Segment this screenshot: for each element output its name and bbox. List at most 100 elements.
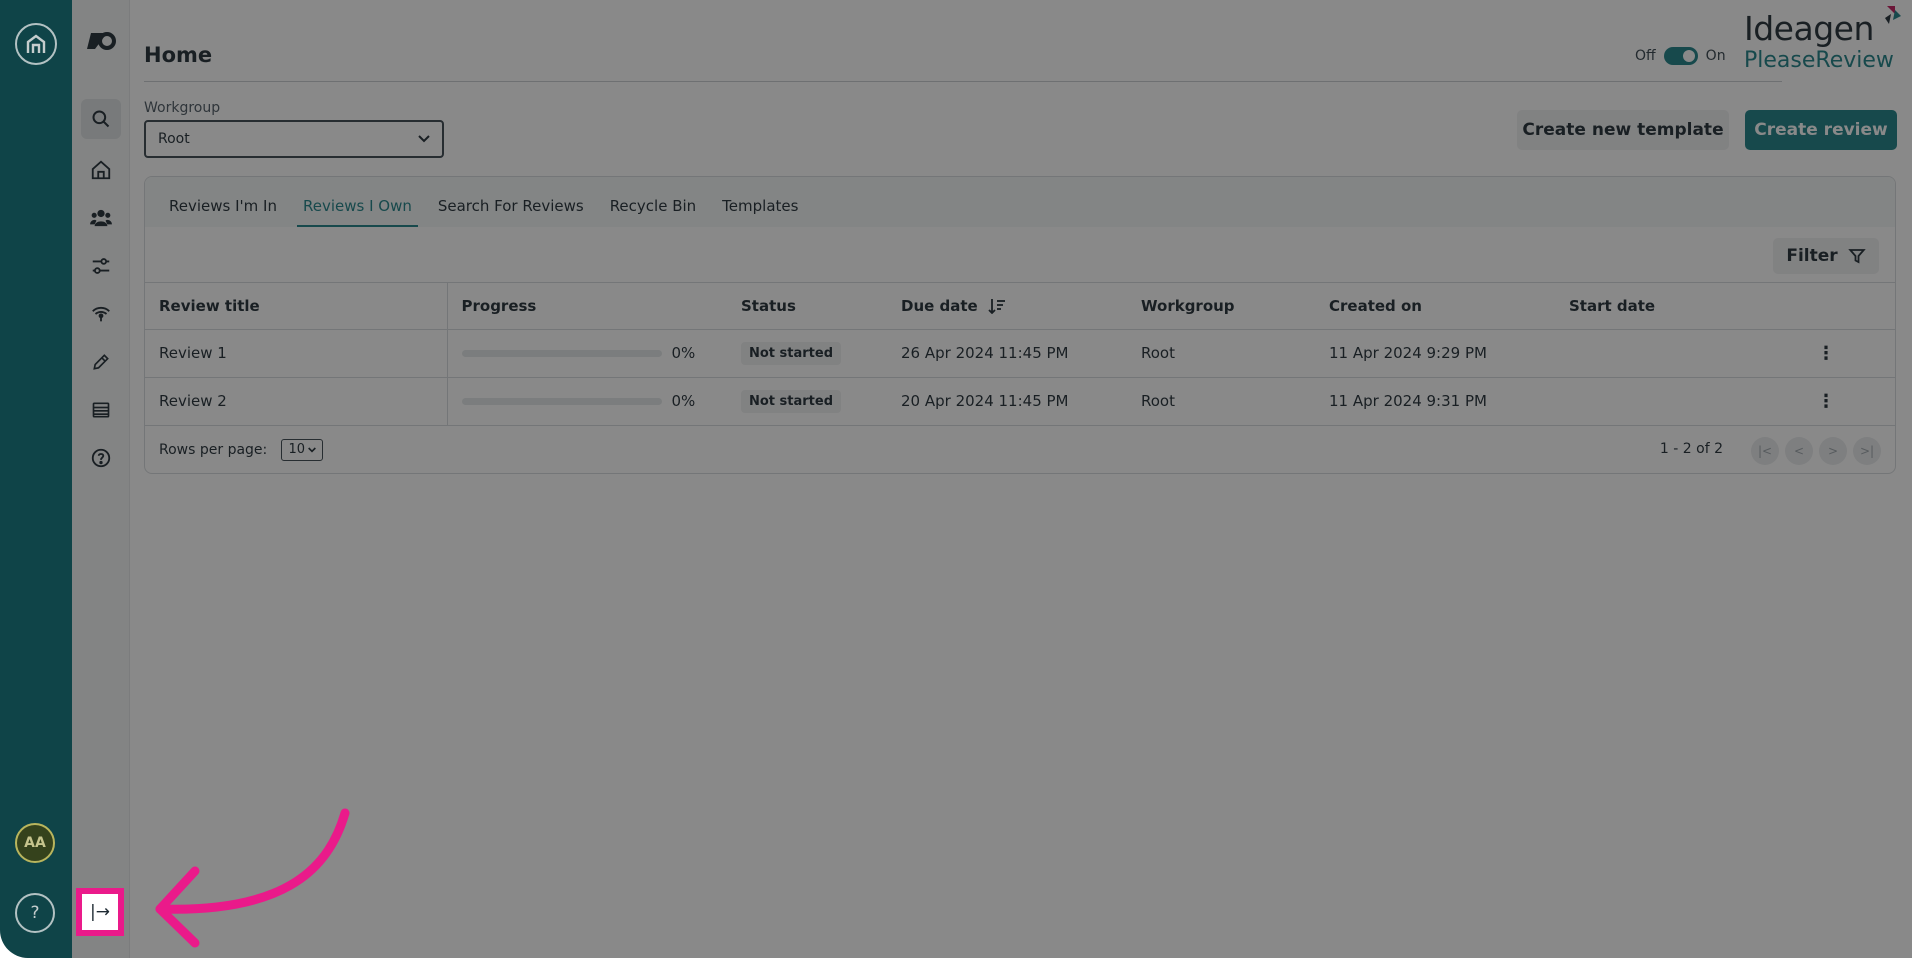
broadcast-icon: [92, 306, 110, 322]
progress-percent: 0%: [671, 392, 696, 410]
cell-due-date: 20 Apr 2024 11:45 PM: [887, 377, 1127, 426]
sort-descending-icon[interactable]: [988, 298, 1006, 315]
mode-toggle-group: Off On: [1635, 47, 1726, 65]
list-icon: [92, 402, 110, 418]
filter-bar: Filter: [145, 227, 1895, 283]
cell-status: Not started: [727, 329, 887, 378]
sidebar-item-list[interactable]: [81, 390, 121, 430]
create-review-button[interactable]: Create review: [1745, 110, 1897, 150]
col-progress[interactable]: Progress: [447, 283, 727, 330]
main-content: Home Off On Ideagen PleaseReview Workgro…: [130, 0, 1912, 958]
status-badge: Not started: [741, 389, 842, 413]
toggle-off-label: Off: [1635, 48, 1656, 64]
tab-reviews-im-in[interactable]: Reviews I'm In: [163, 197, 283, 227]
review-tabs: Reviews I'm In Reviews I Own Search For …: [145, 177, 1895, 227]
page-title: Home: [144, 43, 213, 67]
tab-templates[interactable]: Templates: [716, 197, 804, 227]
sidebar-item-edit[interactable]: [81, 342, 121, 382]
more-vertical-icon[interactable]: ⋮: [1817, 391, 1835, 412]
more-vertical-icon[interactable]: ⋮: [1817, 343, 1835, 364]
last-page-icon[interactable]: >|: [1853, 436, 1881, 465]
app-logo-icon: [84, 28, 118, 54]
sliders-icon: [92, 258, 110, 274]
col-workgroup[interactable]: Workgroup: [1127, 283, 1315, 330]
workgroup-select[interactable]: Root: [144, 120, 444, 158]
global-rail: AA ?: [0, 0, 72, 958]
cell-workgroup: Root: [1127, 329, 1315, 378]
filter-button[interactable]: Filter: [1773, 238, 1879, 274]
table-row[interactable]: Review 2 0% Not started 20 Apr 2024 11:4…: [145, 377, 1895, 426]
cell-review-title[interactable]: Review 1: [145, 329, 448, 378]
portal-home-button[interactable]: [15, 23, 57, 65]
tab-search-for-reviews[interactable]: Search For Reviews: [432, 197, 590, 227]
next-page-icon[interactable]: >: [1819, 436, 1847, 465]
table-row[interactable]: Review 1 0% Not started 26 Apr 2024 11:4…: [145, 329, 1895, 378]
sidebar-item-broadcast[interactable]: [81, 294, 121, 334]
filter-icon: [1847, 249, 1866, 264]
cell-review-title[interactable]: Review 2: [145, 377, 448, 426]
sidebar-item-search[interactable]: [81, 99, 121, 139]
progress-bar: [461, 349, 662, 357]
portal-home-icon: [26, 34, 46, 53]
chevron-down-icon: [418, 135, 430, 143]
filter-label: Filter: [1786, 246, 1838, 266]
rows-per-page-label: Rows per page:: [159, 441, 268, 458]
workgroup-value: Root: [158, 131, 190, 147]
home-icon: [91, 160, 111, 180]
cell-workgroup: Root: [1127, 377, 1315, 426]
help-circle-icon: [91, 448, 111, 468]
col-start-date[interactable]: Start date: [1555, 283, 1787, 330]
sidebar-item-users[interactable]: [81, 198, 121, 238]
row-actions-cell: ⋮: [1787, 377, 1895, 426]
sidebar-item-settings[interactable]: [81, 246, 121, 286]
chevron-down-icon: [308, 446, 316, 452]
brand-logo: Ideagen PleaseReview: [1744, 10, 1894, 74]
page-range: 1 - 2 of 2: [1659, 440, 1723, 457]
workgroup-label: Workgroup: [144, 100, 221, 116]
col-due-date[interactable]: Due date: [887, 283, 1127, 330]
header-divider: [144, 81, 1782, 82]
row-actions-cell: ⋮: [1787, 329, 1895, 378]
expand-sidebar-icon: |→: [90, 902, 110, 922]
progress-percent: 0%: [671, 344, 696, 362]
rows-per-page-select[interactable]: 10: [281, 438, 324, 461]
prev-page-icon[interactable]: <: [1785, 436, 1813, 465]
mode-toggle[interactable]: [1663, 47, 1698, 65]
toggle-on-label: On: [1705, 48, 1726, 64]
cell-progress: 0%: [447, 329, 727, 378]
table-pagination: Rows per page: 10 1 - 2 of 2 |< < > >|: [145, 426, 1895, 474]
sidebar-item-home[interactable]: [81, 150, 121, 190]
tab-reviews-i-own[interactable]: Reviews I Own: [296, 197, 418, 227]
progress-bar: [461, 397, 662, 405]
app-sidebar: [72, 0, 130, 958]
col-actions: [1787, 283, 1895, 330]
col-status[interactable]: Status: [727, 283, 887, 330]
expand-sidebar-button[interactable]: |→: [76, 888, 124, 936]
users-icon: [90, 209, 112, 227]
cell-created-on: 11 Apr 2024 9:31 PM: [1315, 377, 1555, 426]
pencil-icon: [93, 354, 109, 370]
col-created-on[interactable]: Created on: [1315, 283, 1555, 330]
first-page-icon[interactable]: |<: [1751, 436, 1779, 465]
search-icon: [92, 110, 110, 128]
cell-due-date: 26 Apr 2024 11:45 PM: [887, 329, 1127, 378]
sidebar-item-help[interactable]: [81, 438, 121, 478]
col-due-date-label: Due date: [901, 296, 978, 315]
cell-progress: 0%: [447, 377, 727, 426]
callout-arrow-icon: [155, 808, 350, 948]
rail-help-button[interactable]: ?: [15, 893, 55, 933]
cell-start-date: [1555, 377, 1787, 426]
reviews-panel: Reviews I'm In Reviews I Own Search For …: [144, 176, 1896, 474]
brand-name: Ideagen: [1744, 9, 1874, 48]
col-review-title[interactable]: Review title: [145, 283, 448, 330]
reviews-table: Review title Progress Status Due date Wo…: [145, 283, 1895, 426]
rows-per-page-value: 10: [288, 442, 306, 457]
cell-start-date: [1555, 329, 1787, 378]
page-nav-buttons: |< < > >|: [1751, 436, 1881, 465]
cell-created-on: 11 Apr 2024 9:29 PM: [1315, 329, 1555, 378]
create-template-button[interactable]: Create new template: [1517, 110, 1729, 150]
tab-recycle-bin[interactable]: Recycle Bin: [604, 197, 702, 227]
cell-status: Not started: [727, 377, 887, 426]
user-avatar[interactable]: AA: [15, 823, 55, 863]
table-header-row: Review title Progress Status Due date Wo…: [145, 283, 1895, 330]
